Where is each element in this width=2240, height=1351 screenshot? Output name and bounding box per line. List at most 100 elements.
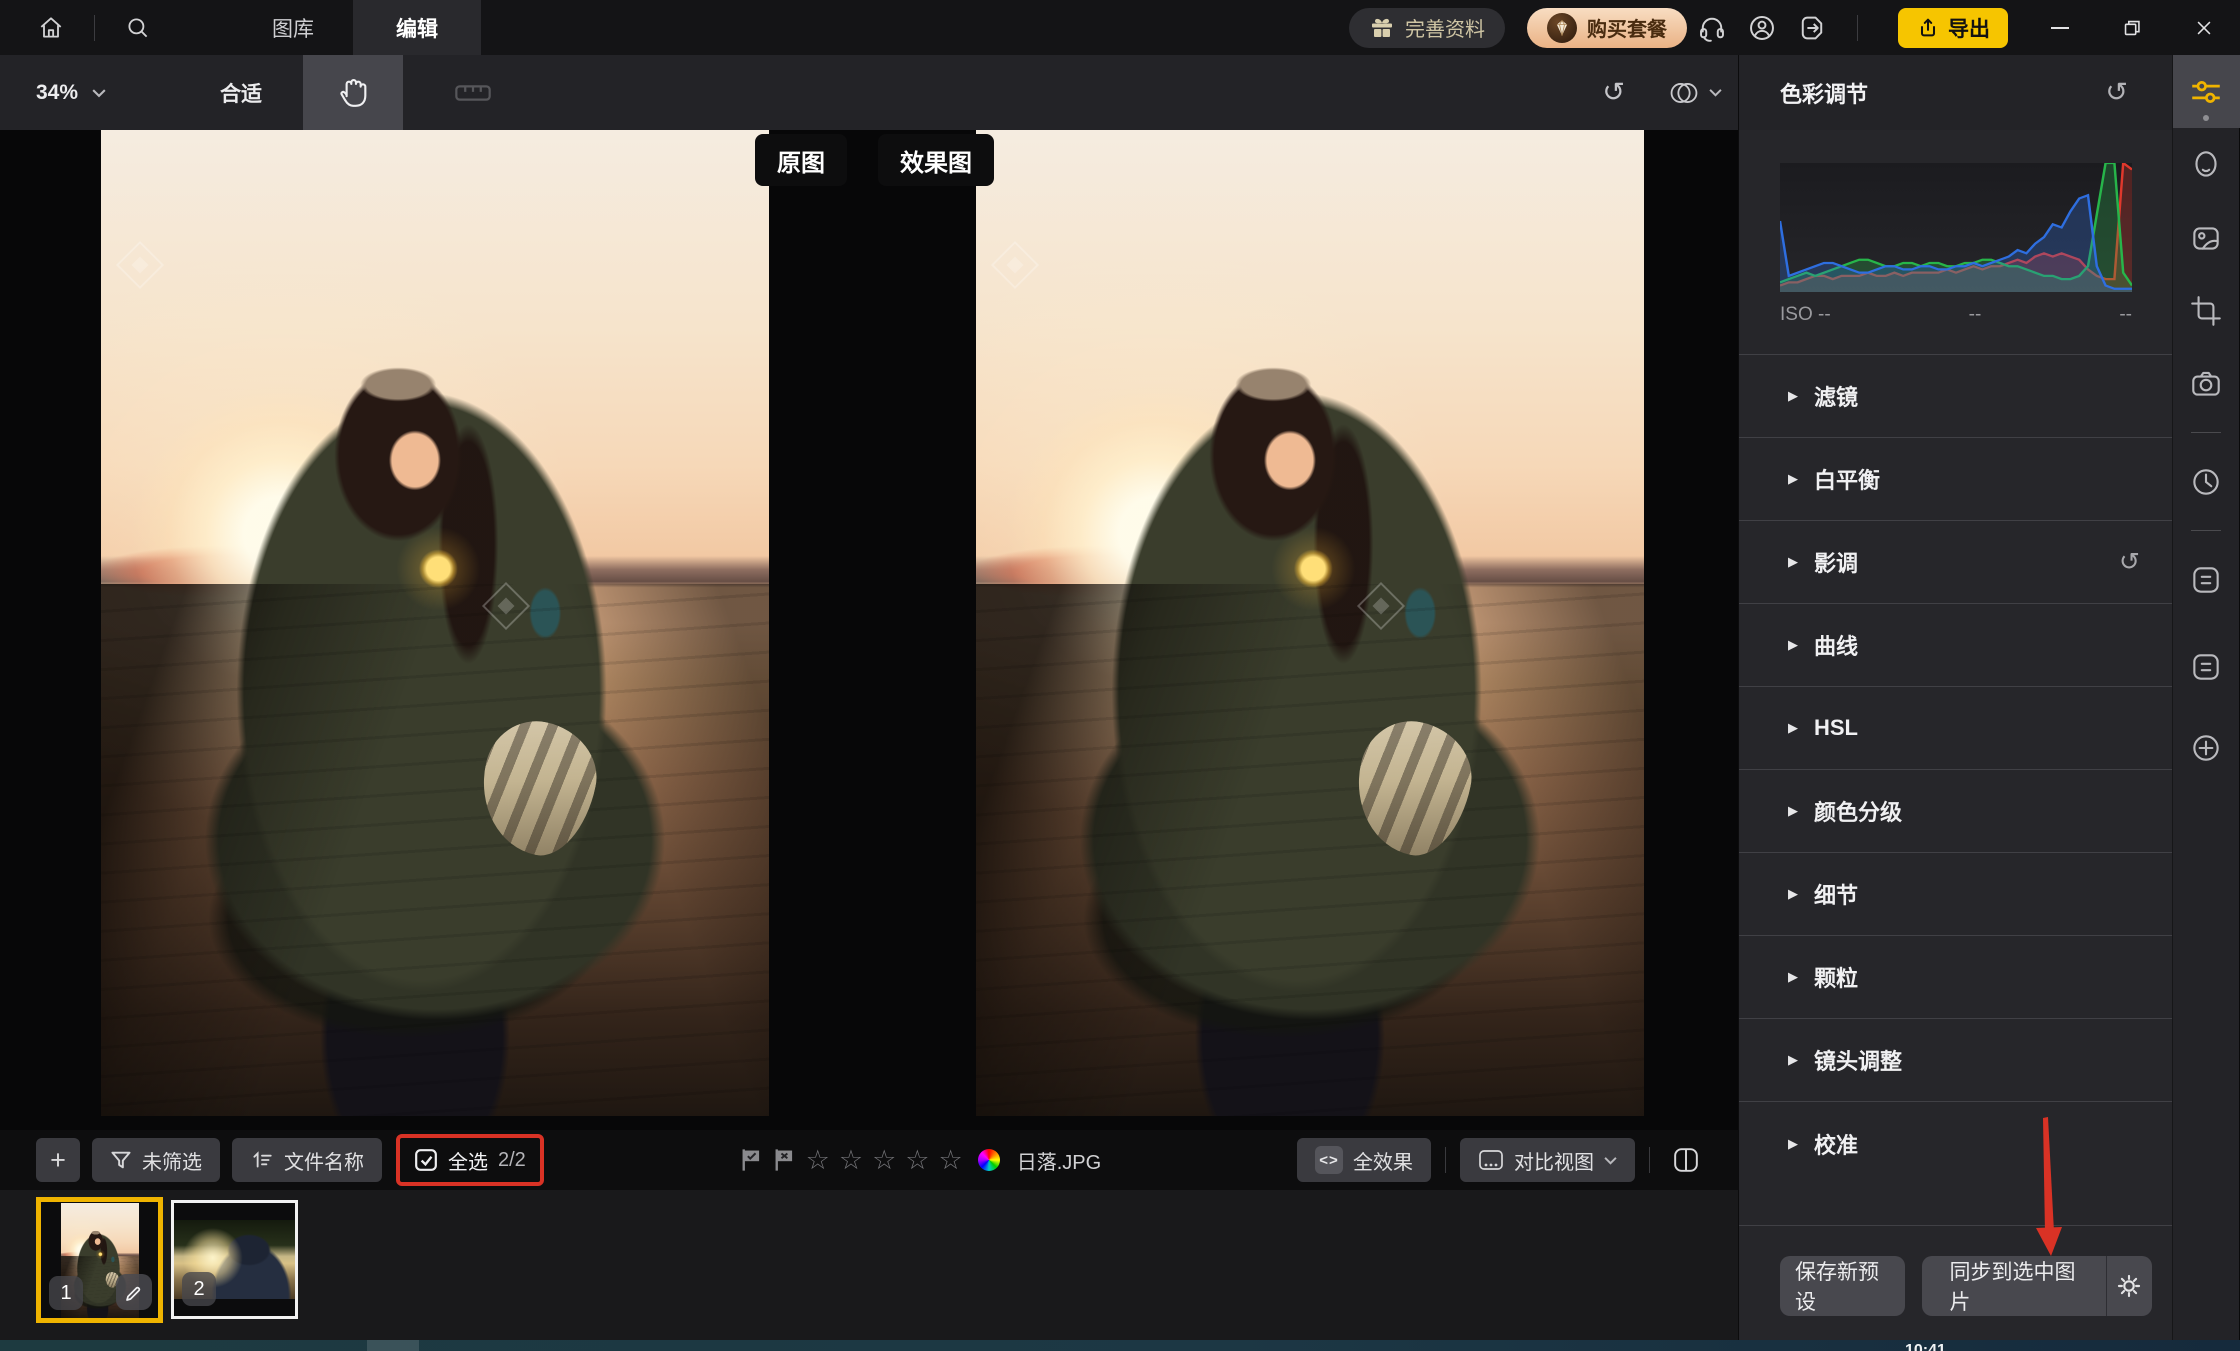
tool-scene[interactable] [2173,201,2240,274]
topbar-right: 完善资料 购买套餐 导出 [1349,0,2240,55]
sort-button[interactable]: 文件名称 [232,1138,382,1182]
color-label-icon[interactable] [978,1149,1000,1171]
triangle-right-icon: ▶ [1788,1052,1798,1068]
section-detail[interactable]: ▶ 细节 [1739,853,2172,936]
close-button[interactable] [2168,0,2240,55]
tool-add[interactable] [2173,711,2240,784]
star-icon[interactable]: ☆ [872,1147,896,1174]
photo-effect[interactable] [976,130,1644,1116]
hand-tool-button[interactable] [303,55,403,130]
thumbnail-2[interactable]: 2 [171,1200,298,1319]
right-tool-rail [2172,55,2239,1340]
camera-icon [2188,366,2224,402]
flag-pick-icon[interactable] [740,1147,764,1173]
filmstrip-toolbar: + 未筛选 文件名称 全选 2/2 ☆ ☆ [0,1130,1738,1190]
panel-footer: 保存新预设 同步到选中图片 [1739,1225,2172,1340]
panel-reset-button[interactable]: ↺ [2105,79,2128,106]
flag-reject-icon[interactable] [773,1147,797,1173]
tool-adjustments[interactable] [2173,55,2240,128]
full-effect-button[interactable]: <> 全效果 [1297,1138,1431,1182]
topbar-divider [94,15,95,41]
crop-icon [2188,293,2224,329]
topbar-divider2 [1857,15,1858,41]
panel-title: 色彩调节 [1780,77,1868,109]
photo-original[interactable] [101,130,769,1116]
image-canvas[interactable]: 原图 效果图 [0,130,1738,1130]
filter-label: 未筛选 [142,1146,202,1175]
taskbar-active-app[interactable] [367,1340,419,1351]
section-filters[interactable]: ▶ 滤镜 [1739,355,2172,438]
undo-button[interactable]: ↺ [1602,79,1625,106]
triangle-right-icon: ▶ [1788,637,1798,653]
split-view-icon [1673,1147,1699,1173]
photo-ground-shade [101,584,769,1116]
section-tone[interactable]: ▶ 影调 ↺ [1739,521,2172,604]
tool-camera[interactable] [2173,347,2240,420]
tool-crop[interactable] [2173,274,2240,347]
search-button[interactable] [103,0,173,55]
minimize-button[interactable] [2024,0,2096,55]
select-all-label[interactable]: 全选 [448,1146,488,1175]
star-icon[interactable]: ☆ [839,1147,863,1174]
compare-window-icon [1478,1148,1504,1172]
account-button[interactable] [1737,0,1787,55]
restore-button[interactable] [2096,0,2168,55]
buy-package-button[interactable]: 购买套餐 [1527,8,1687,48]
triangle-right-icon: ▶ [1788,471,1798,487]
complete-profile-button[interactable]: 完善资料 [1349,8,1505,48]
save-preset-button[interactable]: 保存新预设 [1780,1256,1905,1316]
divider [1649,1147,1650,1173]
zoom-level-value: 34% [36,81,78,105]
tool-history[interactable] [2173,445,2240,518]
tool-preset-card-1[interactable] [2173,543,2240,616]
tool-preset-card-2[interactable] [2173,630,2240,703]
ruler-tool-button[interactable] [443,55,503,130]
tone-reset-button[interactable]: ↺ [2119,550,2140,575]
sync-settings-button[interactable] [2107,1256,2152,1316]
taskbar-clock: 10:41 [1905,1342,1946,1351]
watermark-icon [991,241,1039,289]
home-button[interactable] [16,0,86,55]
close-icon [2193,17,2215,39]
effect-view-badge: 效果图 [878,134,994,186]
export-button[interactable]: 导出 [1898,8,2008,48]
os-taskbar[interactable]: 10:41 [0,1340,2240,1351]
section-grain[interactable]: ▶ 颗粒 [1739,936,2172,1019]
section-lens[interactable]: ▶ 镜头调整 [1739,1019,2172,1102]
complete-profile-label: 完善资料 [1405,13,1485,42]
section-white-balance[interactable]: ▶ 白平衡 [1739,438,2172,521]
section-calibration[interactable]: ▶ 校准 [1739,1102,2172,1185]
add-photo-button[interactable]: + [36,1138,80,1182]
split-view-button[interactable] [1664,1138,1708,1182]
gift-icon [1369,15,1395,41]
compare-view-button[interactable]: 对比视图 [1460,1138,1635,1182]
adjustment-panel: 色彩调节 ↺ ISO -- -- -- ▶ 滤镜 ▶ 白平衡 [1738,55,2172,1340]
ruler-icon [453,77,493,109]
tab-edit[interactable]: 编辑 [353,0,481,55]
rating-cluster: ☆ ☆ ☆ ☆ ☆ 日落.JPG [740,1146,1102,1175]
section-hsl[interactable]: ▶ HSL [1739,687,2172,770]
star-icon[interactable]: ☆ [905,1147,929,1174]
face-icon [2188,147,2224,183]
section-color-grading[interactable]: ▶ 颜色分级 [1739,770,2172,853]
support-button[interactable] [1687,0,1737,55]
original-view-badge: 原图 [755,134,847,186]
zoom-level-control[interactable]: 34% [36,81,106,105]
chevron-down-icon [1604,1156,1617,1165]
thumbnail-1-selected[interactable]: 1 [36,1197,163,1323]
funnel-icon [110,1150,132,1170]
tool-portrait[interactable] [2173,128,2240,201]
logout-button[interactable] [1787,0,1837,55]
logout-icon [1797,13,1827,43]
filter-button[interactable]: 未筛选 [92,1138,220,1182]
star-icon[interactable]: ☆ [939,1147,963,1174]
fit-button[interactable]: 合适 [220,78,262,108]
sort-icon [250,1150,274,1170]
gear-icon [2116,1273,2142,1299]
before-after-control[interactable] [1667,78,1722,108]
checkbox-checked-icon[interactable] [414,1148,438,1172]
section-curves[interactable]: ▶ 曲线 [1739,604,2172,687]
sync-to-selected-button[interactable]: 同步到选中图片 [1922,1256,2106,1316]
tab-gallery[interactable]: 图库 [233,0,353,55]
star-icon[interactable]: ☆ [806,1147,830,1174]
